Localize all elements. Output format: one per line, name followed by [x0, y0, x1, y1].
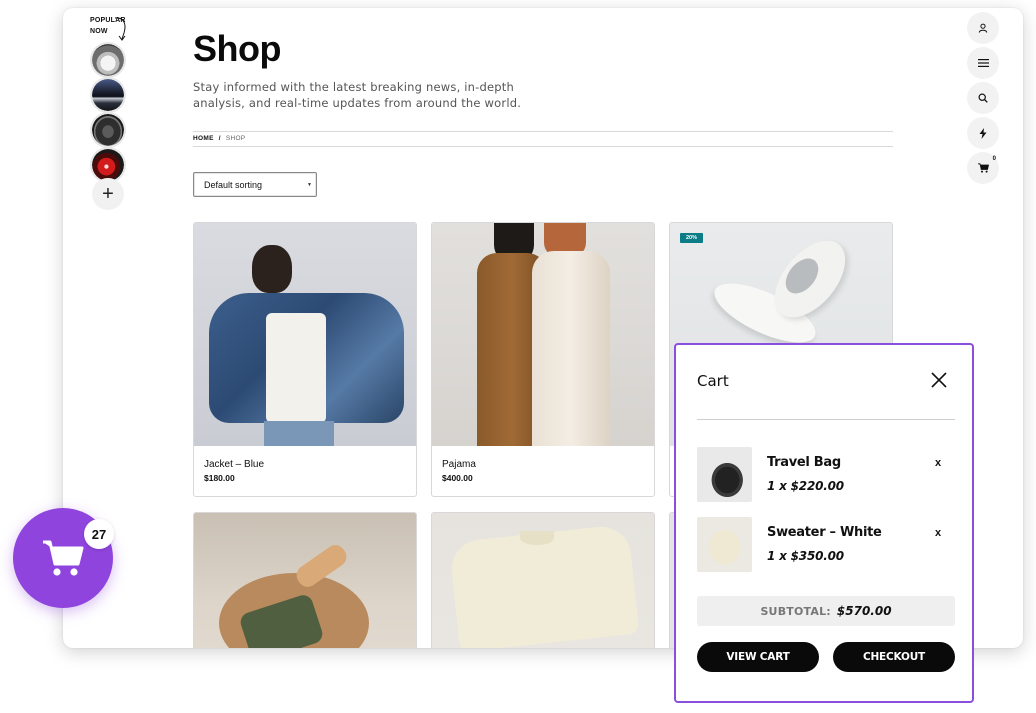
close-icon[interactable] [930, 371, 948, 389]
view-cart-button[interactable]: VIEW CART [697, 642, 819, 672]
search-icon [978, 93, 988, 103]
breadcrumb: HOME / SHOP [193, 135, 245, 142]
remove-item-button[interactable]: x [935, 527, 941, 539]
search-button[interactable] [967, 82, 999, 114]
divider [193, 146, 893, 147]
page-subtitle: Stay informed with the latest breaking n… [193, 80, 522, 110]
cart-item-image[interactable] [697, 447, 752, 502]
trending-button[interactable] [967, 117, 999, 149]
cart-title: Cart [697, 372, 729, 390]
menu-button[interactable] [967, 47, 999, 79]
divider [193, 131, 893, 132]
product-image[interactable] [194, 513, 416, 648]
story-car-limo[interactable] [90, 77, 126, 113]
curved-arrow-icon [114, 17, 126, 41]
sale-badge: 20% [680, 233, 704, 243]
product-card[interactable]: Jacket – Blue $180.00 [193, 222, 417, 497]
subtotal-label: SUBTOTAL: [760, 604, 831, 618]
cart-subtotal: SUBTOTAL: $570.00 [697, 596, 955, 626]
cart-count-badge: 0 [992, 156, 996, 162]
subtotal-value: $570.00 [836, 604, 892, 618]
cart-item-quantity: 1 x $350.00 [767, 549, 844, 563]
product-image[interactable] [432, 513, 654, 648]
caret-down-icon: ▼ [307, 182, 312, 188]
product-card[interactable] [431, 512, 655, 648]
cart-item: Travel Bag 1 x $220.00 x [697, 447, 955, 502]
story-car-dark[interactable] [90, 112, 126, 148]
cart-panel: Cart Travel Bag 1 x $220.00 x Sweater – … [674, 343, 974, 703]
product-name[interactable]: Pajama [442, 459, 644, 470]
bolt-icon [979, 127, 987, 139]
account-button[interactable] [967, 12, 999, 44]
product-card[interactable] [193, 512, 417, 648]
divider [697, 419, 955, 420]
user-icon [978, 23, 988, 33]
product-card[interactable]: Pajama $400.00 [431, 222, 655, 497]
cart-item-name[interactable]: Travel Bag [767, 455, 841, 470]
breadcrumb-current: SHOP [225, 135, 246, 142]
cart-item: Sweater – White 1 x $350.00 x [697, 517, 955, 572]
plus-icon: + [102, 182, 114, 205]
cart-item-image[interactable] [697, 517, 752, 572]
sorting-select[interactable]: Default sorting ▼ [193, 172, 317, 197]
page-title: Shop [193, 28, 281, 69]
product-image[interactable] [432, 223, 654, 446]
product-price: $180.00 [204, 473, 235, 483]
cart-icon [977, 163, 989, 173]
sorting-selected-value: Default sorting [204, 179, 263, 190]
product-name[interactable]: Jacket – Blue [204, 459, 406, 470]
story-car-white[interactable] [90, 42, 126, 78]
add-story-button[interactable]: + [92, 178, 124, 210]
shopping-cart-icon [43, 540, 84, 576]
cart-item-name[interactable]: Sweater – White [767, 525, 882, 540]
remove-item-button[interactable]: x [935, 457, 941, 469]
header-cart-button[interactable]: 0 [967, 152, 999, 184]
breadcrumb-separator: / [218, 135, 221, 142]
breadcrumb-home-link[interactable]: HOME [193, 135, 214, 142]
product-image[interactable] [194, 223, 416, 446]
product-price: $400.00 [442, 473, 473, 483]
menu-icon [977, 59, 989, 67]
floating-cart-count: 27 [84, 519, 114, 549]
checkout-button[interactable]: CHECKOUT [833, 642, 955, 672]
cart-item-quantity: 1 x $220.00 [767, 479, 844, 493]
